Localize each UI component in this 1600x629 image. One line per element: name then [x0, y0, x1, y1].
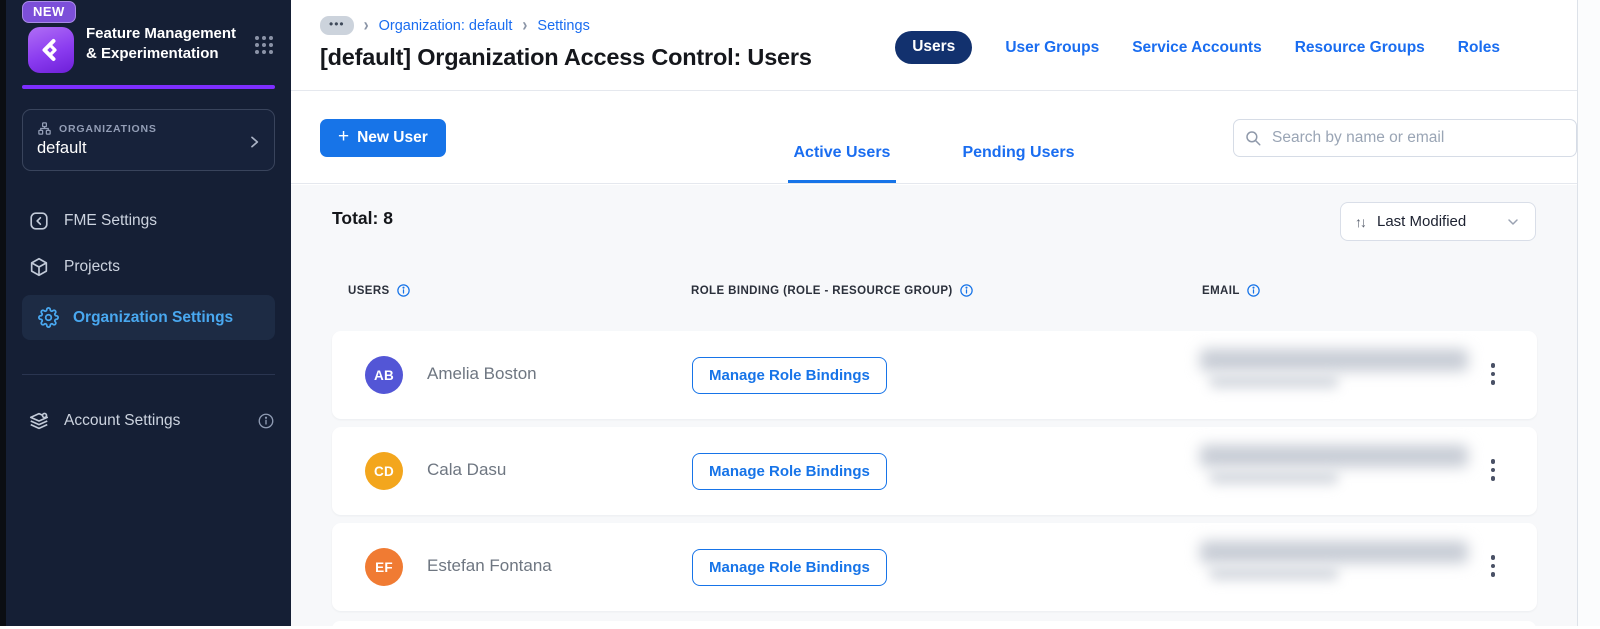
info-icon[interactable]: [396, 283, 411, 298]
users-list-section: Total: 8 ↑↓ Last Modified USERS ROLE BIN…: [291, 185, 1577, 629]
avatar: EF: [365, 548, 403, 586]
user-name: Amelia Boston: [427, 364, 537, 383]
sidebar-nav: FME Settings Projects Organization Setti…: [6, 199, 291, 443]
sidebar-item-account-settings[interactable]: Account Settings: [6, 399, 291, 443]
column-header-users: USERS: [348, 284, 390, 297]
app-launcher-grid-icon[interactable]: [253, 34, 275, 56]
avatar: AB: [365, 356, 403, 394]
tab-roles[interactable]: Roles: [1458, 39, 1500, 57]
manage-role-bindings-button[interactable]: Manage Role Bindings: [692, 453, 887, 490]
sidebar-item-projects[interactable]: Projects: [6, 245, 291, 289]
breadcrumb-link-organization[interactable]: Organization: default: [379, 18, 513, 34]
breadcrumb: ••• › Organization: default › Settings: [320, 15, 590, 36]
column-header-role-binding: ROLE BINDING (ROLE - RESOURCE GROUP): [691, 284, 953, 297]
breadcrumb-ellipsis-button[interactable]: •••: [320, 16, 354, 35]
organizations-label: ORGANIZATIONS: [59, 122, 157, 135]
sidebar-item-label: FME Settings: [64, 212, 158, 229]
email-redacted: [1200, 445, 1490, 497]
product-name: Feature Management & Experimentation: [86, 25, 237, 62]
breadcrumb-link-settings[interactable]: Settings: [537, 18, 589, 34]
sidebar-item-label: Account Settings: [64, 412, 181, 429]
gear-icon: [38, 307, 59, 328]
sidebar-item-fme-settings[interactable]: FME Settings: [6, 199, 291, 243]
sort-dropdown[interactable]: ↑↓ Last Modified: [1340, 202, 1536, 241]
sidebar-item-label: Projects: [64, 258, 120, 275]
row-menu-kebab-icon[interactable]: [1487, 551, 1500, 581]
cube-icon: [28, 256, 50, 278]
search-icon: [1244, 129, 1262, 147]
chevron-separator-icon: ›: [363, 15, 369, 36]
sort-dropdown-value: Last Modified: [1377, 213, 1467, 230]
row-menu-kebab-icon[interactable]: [1487, 359, 1500, 389]
chevron-right-icon: [246, 134, 262, 150]
user-name: Cala Dasu: [427, 460, 507, 479]
brand-accent-rule: [22, 85, 275, 89]
chevron-separator-icon: ›: [522, 15, 528, 36]
table-row: EF Estefan Fontana Manage Role Bindings: [332, 523, 1537, 611]
split-logo-icon: [28, 27, 74, 73]
table-row: AB Amelia Boston Manage Role Bindings: [332, 331, 1537, 419]
sidebar-divider: [22, 374, 275, 375]
info-icon[interactable]: [1246, 283, 1261, 298]
page-header: ••• › Organization: default › Settings […: [291, 0, 1577, 91]
main-area: ••• › Organization: default › Settings […: [291, 0, 1600, 629]
layers-gear-icon: [28, 410, 50, 432]
info-icon[interactable]: [257, 412, 275, 430]
access-control-tabs: Users User Groups Service Accounts Resou…: [895, 31, 1500, 64]
tab-user-groups[interactable]: User Groups: [1005, 39, 1099, 57]
column-header-email: EMAIL: [1202, 284, 1240, 297]
sidebar-item-organization-settings[interactable]: Organization Settings: [22, 295, 275, 340]
email-redacted: [1200, 541, 1490, 593]
user-rows: AB Amelia Boston Manage Role Bindings CD…: [332, 331, 1537, 619]
manage-role-bindings-button[interactable]: Manage Role Bindings: [692, 549, 887, 586]
page-content: ••• › Organization: default › Settings […: [291, 0, 1578, 629]
sort-arrows-icon: ↑↓: [1355, 213, 1367, 230]
fme-settings-icon: [28, 210, 50, 232]
tab-resource-groups[interactable]: Resource Groups: [1295, 39, 1425, 57]
new-badge: NEW: [22, 1, 76, 23]
next-row-peek: [332, 621, 1536, 629]
organization-switcher[interactable]: ORGANIZATIONS default: [22, 109, 275, 171]
user-name: Estefan Fontana: [427, 556, 552, 575]
toolbar: + New User Active Users Pending Users: [291, 92, 1577, 184]
organization-name: default: [37, 139, 87, 157]
email-redacted: [1200, 349, 1490, 401]
page-title: [default] Organization Access Control: U…: [320, 44, 812, 70]
total-count: Total: 8: [332, 208, 393, 228]
tab-service-accounts[interactable]: Service Accounts: [1132, 39, 1262, 57]
row-menu-kebab-icon[interactable]: [1487, 455, 1500, 485]
chevron-down-icon: [1505, 214, 1521, 230]
search-box: [1233, 119, 1577, 157]
tab-active-users[interactable]: Active Users: [787, 144, 897, 183]
sidebar-item-label: Organization Settings: [73, 308, 234, 326]
tab-users[interactable]: Users: [895, 31, 973, 64]
info-icon[interactable]: [959, 283, 974, 298]
table-row: CD Cala Dasu Manage Role Bindings: [332, 427, 1537, 515]
sidebar: NEW Feature Management & Experimentation: [6, 0, 291, 626]
avatar: CD: [365, 452, 403, 490]
manage-role-bindings-button[interactable]: Manage Role Bindings: [692, 357, 887, 394]
tab-pending-users[interactable]: Pending Users: [956, 144, 1080, 183]
org-hierarchy-icon: [37, 121, 52, 136]
search-input[interactable]: [1233, 119, 1577, 157]
